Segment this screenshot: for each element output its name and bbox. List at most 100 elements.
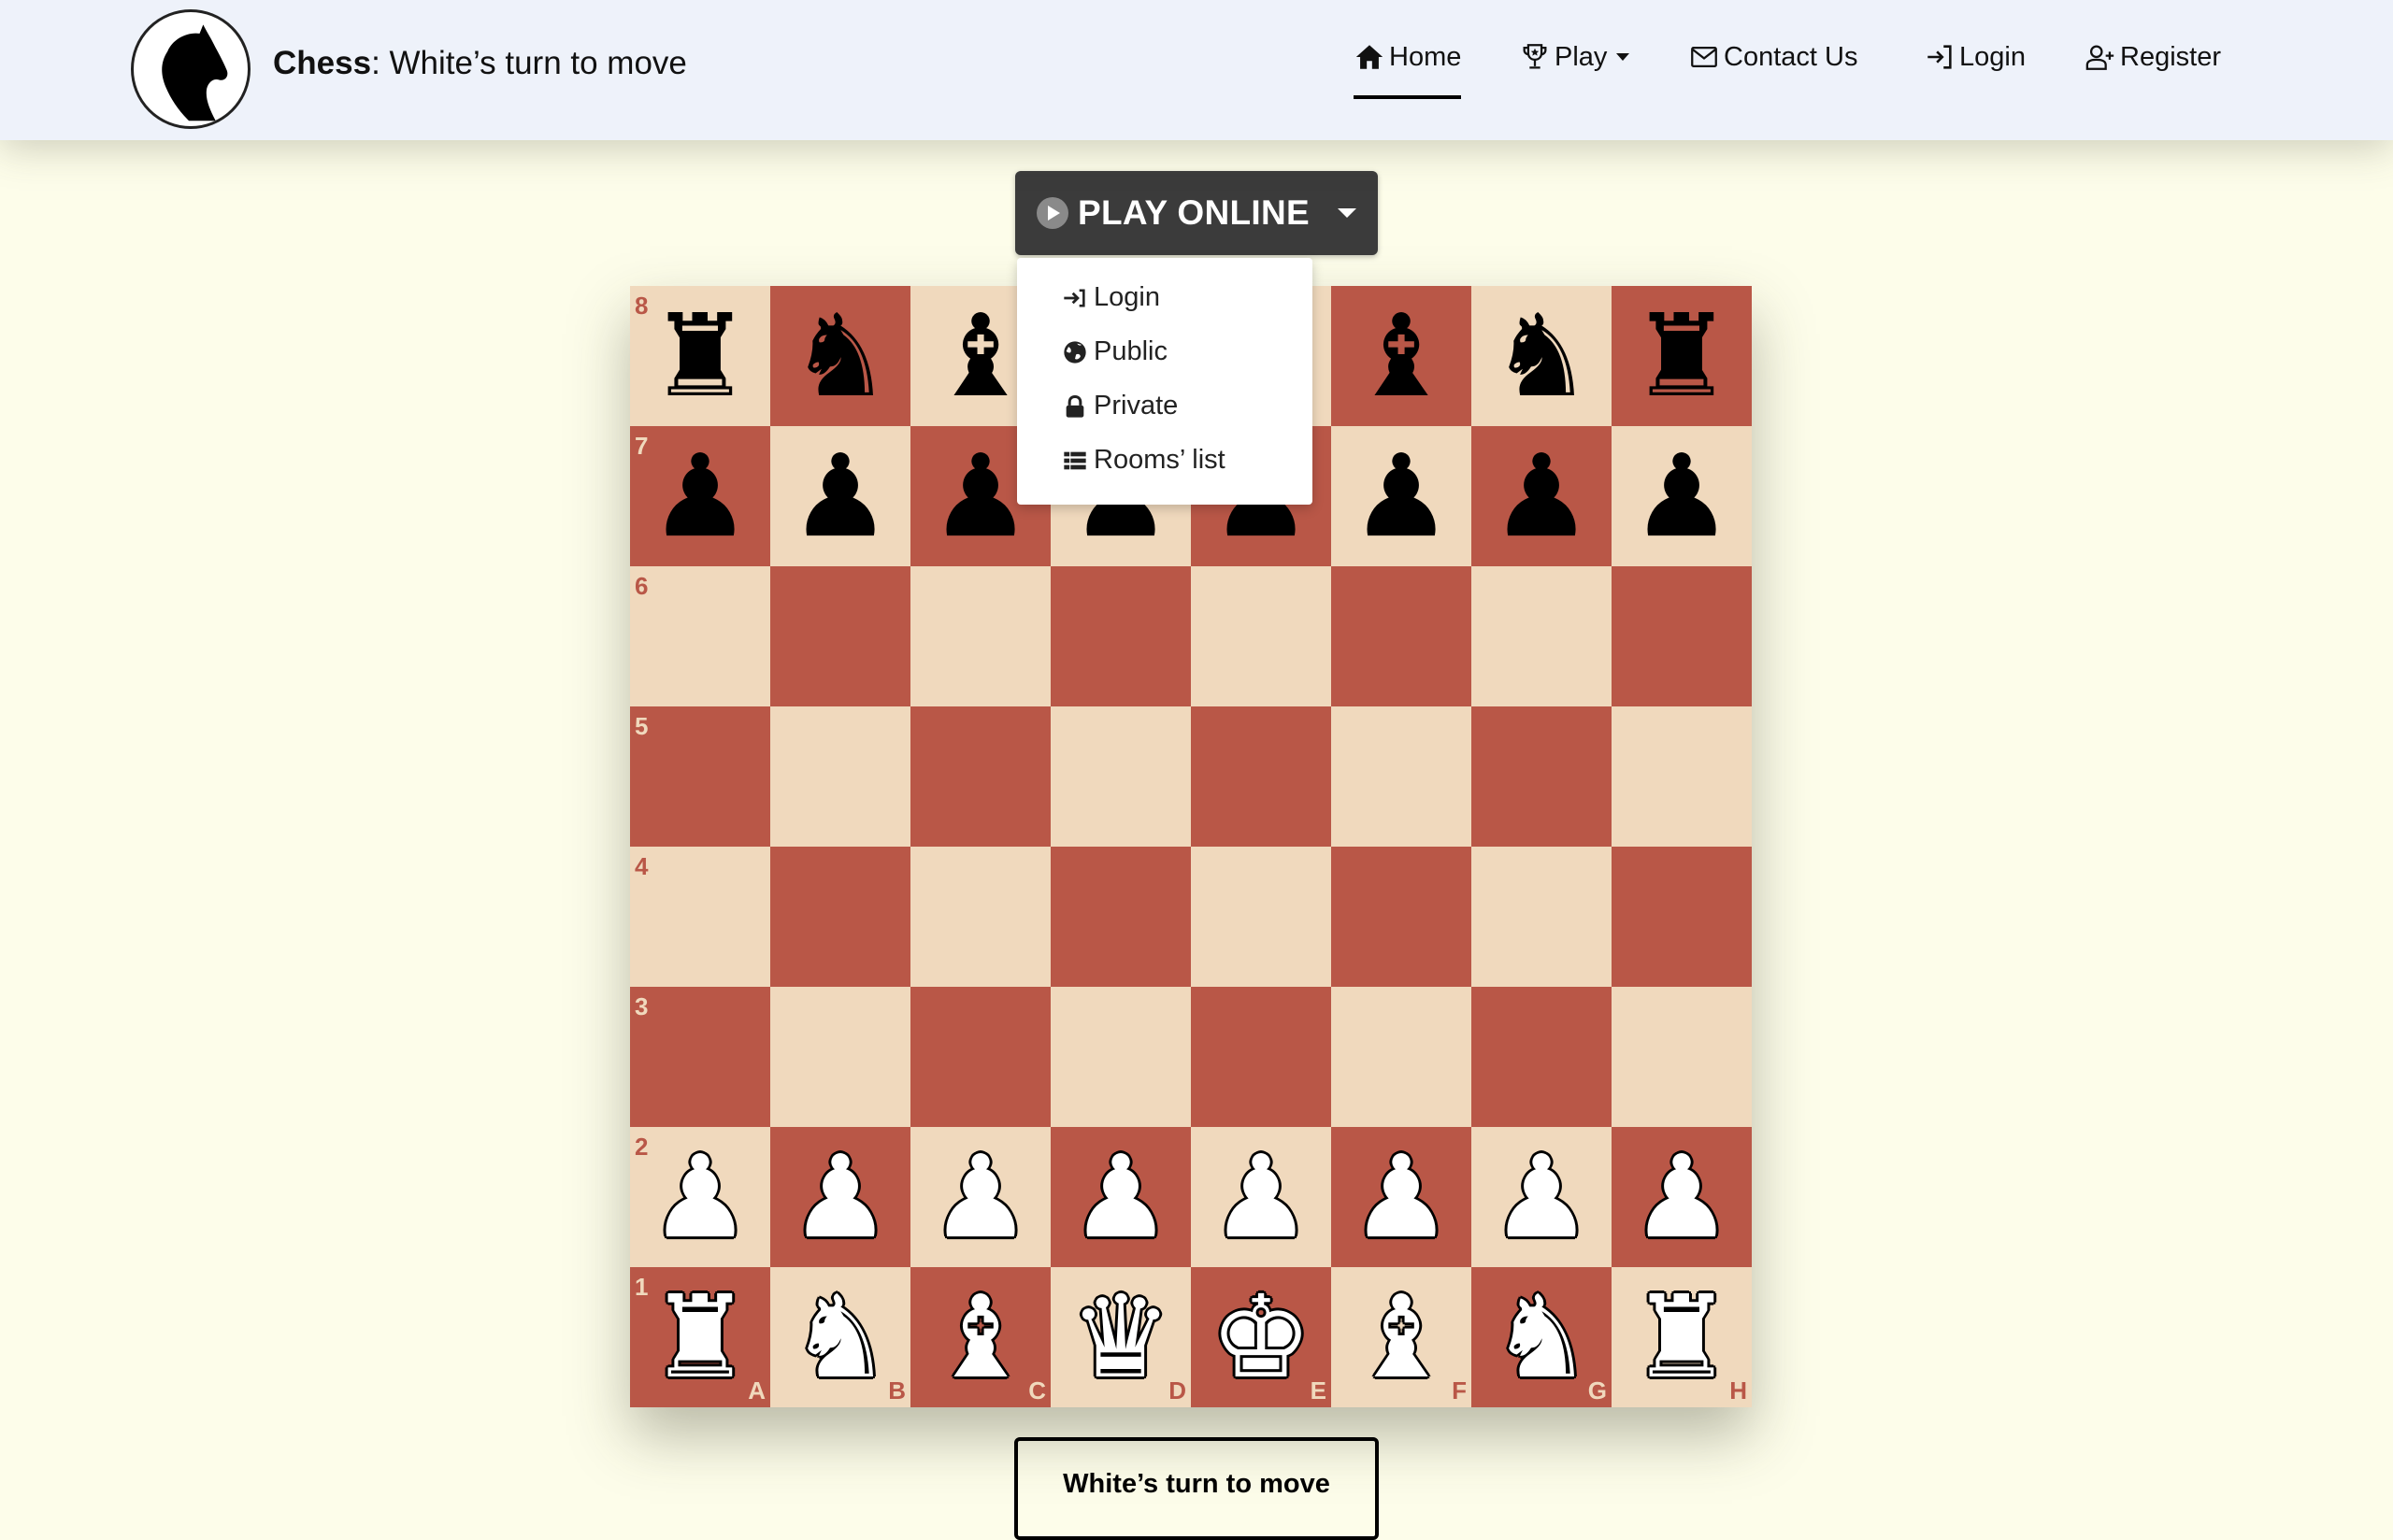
square-e6[interactable] [1191, 566, 1331, 706]
square-b6[interactable] [770, 566, 910, 706]
square-f3[interactable] [1331, 987, 1471, 1127]
white-knight-icon[interactable]: ♞ [1471, 1267, 1612, 1407]
black-knight-icon[interactable]: ♞ [770, 286, 910, 426]
nav-login[interactable]: Login [1924, 41, 2026, 73]
square-d5[interactable] [1051, 706, 1191, 847]
square-g8[interactable]: ♞ [1471, 286, 1612, 426]
white-pawn-icon[interactable]: ♟ [1051, 1127, 1191, 1267]
white-pawn-icon[interactable]: ♟ [770, 1127, 910, 1267]
white-pawn-icon[interactable]: ♟ [1191, 1127, 1331, 1267]
square-g4[interactable] [1471, 847, 1612, 987]
logo[interactable] [131, 9, 251, 129]
square-h2[interactable]: ♟ [1612, 1127, 1752, 1267]
square-c2[interactable]: ♟ [910, 1127, 1051, 1267]
square-b2[interactable]: ♟ [770, 1127, 910, 1267]
square-g6[interactable] [1471, 566, 1612, 706]
square-a7[interactable]: 7 ♟ [630, 426, 770, 566]
square-e3[interactable] [1191, 987, 1331, 1127]
square-g3[interactable] [1471, 987, 1612, 1127]
square-d1[interactable]: D ♛ [1051, 1267, 1191, 1407]
menu-item-public[interactable]: Public [1062, 336, 1168, 367]
white-bishop-icon[interactable]: ♝ [1331, 1267, 1471, 1407]
black-pawn-icon[interactable]: ♟ [630, 426, 770, 566]
square-c5[interactable] [910, 706, 1051, 847]
turn-status-text: White’s turn to move [1063, 1469, 1330, 1499]
square-d6[interactable] [1051, 566, 1191, 706]
square-c6[interactable] [910, 566, 1051, 706]
square-h8[interactable]: ♜ [1612, 286, 1752, 426]
nav-contact[interactable]: Contact Us [1688, 41, 1857, 73]
square-e1[interactable]: E ♚ [1191, 1267, 1331, 1407]
square-b7[interactable]: ♟ [770, 426, 910, 566]
menu-item-login[interactable]: Login [1062, 282, 1160, 313]
title-rest: : White’s turn to move [371, 45, 687, 81]
square-b1[interactable]: B ♞ [770, 1267, 910, 1407]
square-f4[interactable] [1331, 847, 1471, 987]
square-a6[interactable]: 6 [630, 566, 770, 706]
black-knight-icon[interactable]: ♞ [1471, 286, 1612, 426]
square-g5[interactable] [1471, 706, 1612, 847]
black-pawn-icon[interactable]: ♟ [1612, 426, 1752, 566]
white-pawn-icon[interactable]: ♟ [630, 1127, 770, 1267]
nav-play[interactable]: Play [1519, 41, 1630, 73]
white-pawn-icon[interactable]: ♟ [1331, 1127, 1471, 1267]
square-f1[interactable]: F ♝ [1331, 1267, 1471, 1407]
black-pawn-icon[interactable]: ♟ [1471, 426, 1612, 566]
black-rook-icon[interactable]: ♜ [1612, 286, 1752, 426]
square-f8[interactable]: ♝ [1331, 286, 1471, 426]
square-e5[interactable] [1191, 706, 1331, 847]
square-f5[interactable] [1331, 706, 1471, 847]
nav-register-label: Register [2120, 41, 2221, 72]
square-a3[interactable]: 3 [630, 987, 770, 1127]
play-online-menu: Login Public Private Rooms’ list [1017, 258, 1312, 505]
white-knight-icon[interactable]: ♞ [770, 1267, 910, 1407]
square-f2[interactable]: ♟ [1331, 1127, 1471, 1267]
square-g7[interactable]: ♟ [1471, 426, 1612, 566]
square-h3[interactable] [1612, 987, 1752, 1127]
square-f7[interactable]: ♟ [1331, 426, 1471, 566]
square-a5[interactable]: 5 [630, 706, 770, 847]
square-a8[interactable]: 8 ♜ [630, 286, 770, 426]
square-f6[interactable] [1331, 566, 1471, 706]
nav-register[interactable]: Register [2085, 41, 2221, 73]
square-c1[interactable]: C ♝ [910, 1267, 1051, 1407]
square-h6[interactable] [1612, 566, 1752, 706]
square-h1[interactable]: H ♜ [1612, 1267, 1752, 1407]
white-rook-icon[interactable]: ♜ [1612, 1267, 1752, 1407]
play-online-button[interactable]: PLAY ONLINE [1015, 171, 1378, 255]
square-c3[interactable] [910, 987, 1051, 1127]
nav-home[interactable]: Home [1354, 41, 1462, 99]
square-c4[interactable] [910, 847, 1051, 987]
square-a2[interactable]: 2 ♟ [630, 1127, 770, 1267]
square-g2[interactable]: ♟ [1471, 1127, 1612, 1267]
menu-item-private[interactable]: Private [1062, 391, 1178, 421]
white-bishop-icon[interactable]: ♝ [910, 1267, 1051, 1407]
square-d3[interactable] [1051, 987, 1191, 1127]
white-rook-icon[interactable]: ♜ [630, 1267, 770, 1407]
square-d2[interactable]: ♟ [1051, 1127, 1191, 1267]
white-pawn-icon[interactable]: ♟ [910, 1127, 1051, 1267]
white-pawn-icon[interactable]: ♟ [1471, 1127, 1612, 1267]
square-b5[interactable] [770, 706, 910, 847]
square-b8[interactable]: ♞ [770, 286, 910, 426]
square-h5[interactable] [1612, 706, 1752, 847]
square-d4[interactable] [1051, 847, 1191, 987]
black-rook-icon[interactable]: ♜ [630, 286, 770, 426]
square-h4[interactable] [1612, 847, 1752, 987]
square-a1[interactable]: 1 A ♜ [630, 1267, 770, 1407]
black-pawn-icon[interactable]: ♟ [770, 426, 910, 566]
black-pawn-icon[interactable]: ♟ [1331, 426, 1471, 566]
square-e4[interactable] [1191, 847, 1331, 987]
white-queen-icon[interactable]: ♛ [1051, 1267, 1191, 1407]
square-h7[interactable]: ♟ [1612, 426, 1752, 566]
black-bishop-icon[interactable]: ♝ [1331, 286, 1471, 426]
square-a4[interactable]: 4 [630, 847, 770, 987]
user-plus-icon [2085, 45, 2114, 70]
menu-item-rooms-list[interactable]: Rooms’ list [1062, 445, 1225, 476]
white-king-icon[interactable]: ♚ [1191, 1267, 1331, 1407]
white-pawn-icon[interactable]: ♟ [1612, 1127, 1752, 1267]
square-e2[interactable]: ♟ [1191, 1127, 1331, 1267]
square-b4[interactable] [770, 847, 910, 987]
square-g1[interactable]: G ♞ [1471, 1267, 1612, 1407]
square-b3[interactable] [770, 987, 910, 1127]
